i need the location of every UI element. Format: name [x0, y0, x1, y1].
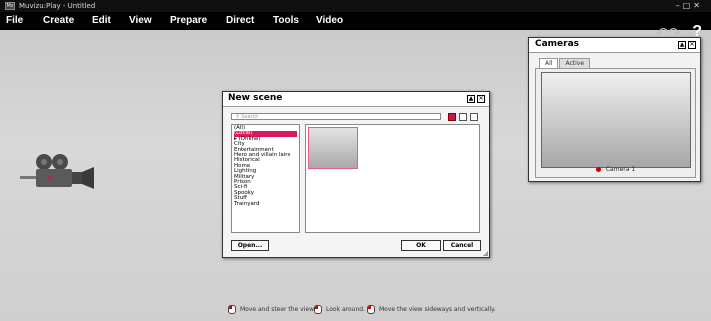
app-icon: Mz	[5, 2, 15, 10]
menu-tools[interactable]: Tools	[273, 12, 299, 30]
camera-status-dot	[595, 167, 601, 172]
list-view-button[interactable]	[470, 113, 478, 121]
menu-file[interactable]: File	[6, 12, 23, 30]
hint-text: Look around.	[326, 306, 365, 313]
dialog-maximize-icon[interactable]: ▲	[467, 95, 475, 103]
camera-preview[interactable]	[541, 72, 691, 168]
resize-grip-icon[interactable]	[483, 251, 488, 256]
menu-prepare[interactable]: Prepare	[170, 12, 207, 30]
scene-camera-icon[interactable]	[20, 152, 98, 192]
camera-list-item[interactable]: Camera 1	[536, 166, 695, 173]
new-scene-dialog: New scene ▲ ✕ ⚲ Search (All) (Local) ▸ (…	[222, 91, 490, 258]
menu-video[interactable]: Video	[316, 12, 343, 30]
menu-view[interactable]: View	[129, 12, 152, 30]
status-hint: Look around.	[314, 305, 365, 314]
cameras-panel-title: Cameras	[535, 39, 580, 49]
status-hint: Move and steer the view.	[228, 305, 315, 314]
cameras-panel: Cameras ▲ ✕ All Active Camera 1	[528, 37, 701, 182]
ok-button[interactable]: OK	[401, 240, 441, 251]
cancel-button[interactable]: Cancel	[443, 240, 481, 251]
scene-grid	[305, 124, 480, 233]
large-icons-view-button[interactable]	[448, 113, 456, 121]
panel-maximize-icon[interactable]: ▲	[678, 41, 686, 49]
status-bar: Move and steer the view. Look around. Mo…	[0, 302, 711, 316]
middle-mouse-icon	[367, 305, 375, 314]
dialog-title: New scene	[228, 93, 283, 103]
hint-text: Move and steer the view.	[240, 306, 316, 313]
cameras-panel-header: Cameras ▲ ✕	[529, 38, 700, 53]
close-icon[interactable]: ✕	[693, 1, 703, 10]
left-mouse-icon	[228, 305, 236, 314]
menu-edit[interactable]: Edit	[92, 12, 111, 30]
hint-text: Move the view sideways and vertically.	[379, 306, 496, 313]
menu-create[interactable]: Create	[43, 12, 74, 30]
right-mouse-icon	[314, 305, 322, 314]
search-input[interactable]: ⚲ Search	[231, 113, 441, 120]
open-button[interactable]: Open...	[231, 240, 269, 251]
scene-thumbnail[interactable]	[308, 127, 358, 169]
small-icons-view-button[interactable]	[459, 113, 467, 121]
category-item[interactable]: Trainyard	[234, 201, 297, 207]
cameras-tab-body: Camera 1	[535, 68, 696, 178]
menu-bar: File Create Edit View Prepare Direct Too…	[0, 12, 711, 41]
window-title-bar: Mz Muvizu:Play - Untitled –□✕	[0, 0, 711, 12]
panel-close-icon[interactable]: ✕	[688, 41, 696, 49]
minimize-icon[interactable]: –	[676, 1, 683, 10]
search-placeholder: Search	[241, 114, 259, 120]
maximize-icon[interactable]: □	[683, 1, 694, 10]
window-title: Muvizu:Play - Untitled	[19, 2, 96, 10]
status-hint: Move the view sideways and vertically.	[367, 305, 496, 314]
camera-label: Camera 1	[605, 166, 636, 173]
dialog-header: New scene ▲ ✕	[223, 92, 489, 107]
dialog-close-icon[interactable]: ✕	[477, 95, 485, 103]
category-list: (All) (Local) ▸ (Online) City Entertainm…	[231, 124, 300, 233]
menu-direct[interactable]: Direct	[226, 12, 254, 30]
window-controls: –□✕	[676, 0, 703, 12]
